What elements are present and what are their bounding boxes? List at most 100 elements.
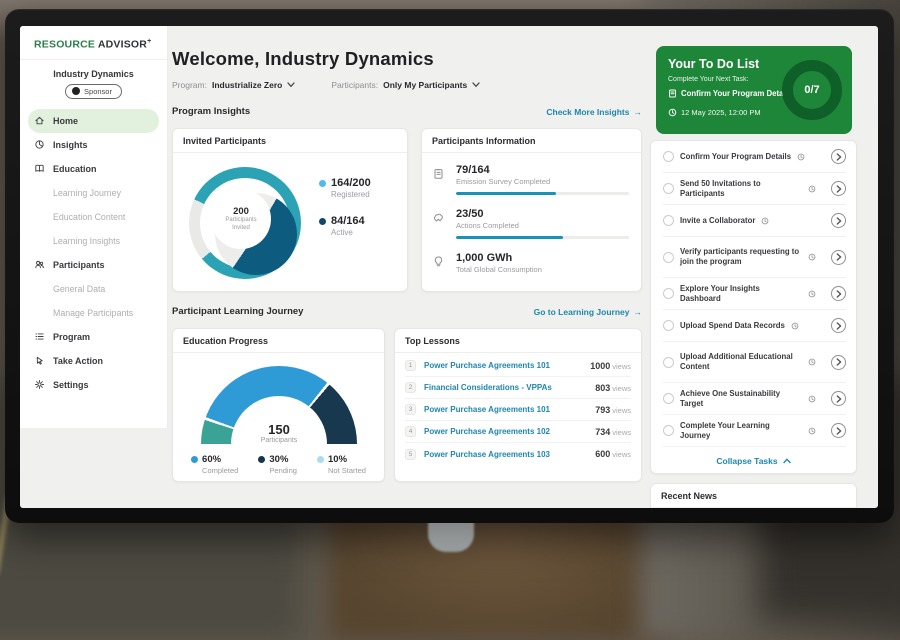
sidebar-item-manage-participants[interactable]: Manage Participants [20, 301, 167, 325]
todo-datetime-label: 12 May 2025, 12:00 PM [681, 108, 761, 117]
participants-label: Participants: [331, 80, 378, 90]
insights-icon [34, 139, 45, 150]
task-checkbox[interactable] [663, 252, 674, 263]
sidebar: RESOURCE ADVISOR+ Industry Dynamics Spon… [20, 26, 168, 428]
program-label: Program: [172, 80, 207, 90]
app-screen: RESOURCE ADVISOR+ Industry Dynamics Spon… [20, 26, 878, 508]
task-checkbox[interactable] [663, 357, 674, 368]
check-more-insights-link[interactable]: Check More Insights→ [546, 107, 642, 117]
legend-item-not-started: 10% Not Started [317, 454, 366, 475]
legend-label: Pending [269, 466, 297, 475]
lesson-link[interactable]: Power Purchase Agreements 101 [424, 361, 550, 370]
task-open-button[interactable] [831, 286, 846, 301]
sidebar-item-home[interactable]: Home [28, 109, 159, 133]
sidebar-item-take-action[interactable]: Take Action [28, 349, 159, 373]
clock-icon [797, 153, 805, 161]
sidebar-item-education-content[interactable]: Education Content [20, 205, 167, 229]
clock-icon [791, 322, 799, 330]
clock-icon [808, 427, 816, 435]
task-open-button[interactable] [831, 213, 846, 228]
task-label: Upload Additional Educational Content [680, 352, 802, 371]
task-row[interactable]: Explore Your Insights Dashboard [663, 278, 846, 310]
sidebar-item-learning-insights[interactable]: Learning Insights [20, 229, 167, 253]
collapse-tasks-link[interactable]: Collapse Tasks [651, 447, 856, 475]
task-checkbox[interactable] [663, 425, 674, 436]
card-title: Top Lessons [395, 329, 641, 353]
sponsor-icon [72, 87, 80, 95]
task-open-button[interactable] [831, 149, 846, 164]
legend-dot [317, 456, 324, 463]
sidebar-item-insights[interactable]: Insights [28, 133, 159, 157]
legend-item-registered: 164/200 Registered [319, 177, 371, 199]
lesson-link[interactable]: Power Purchase Agreements 101 [424, 405, 550, 414]
legend-label: Active [331, 228, 371, 237]
task-open-button[interactable] [831, 355, 846, 370]
sidebar-item-general-data[interactable]: General Data [20, 277, 167, 301]
lesson-row: 1 Power Purchase Agreements 101 1000view… [405, 355, 631, 377]
task-checkbox[interactable] [663, 393, 674, 404]
legend-value: 60% [202, 454, 221, 465]
lesson-rank: 1 [405, 360, 416, 371]
clock-icon [808, 253, 816, 261]
go-to-learning-journey-link[interactable]: Go to Learning Journey→ [534, 307, 642, 317]
task-open-button[interactable] [831, 250, 846, 265]
gear-icon [34, 379, 45, 390]
sidebar-item-participants[interactable]: Participants [28, 253, 159, 277]
task-checkbox[interactable] [663, 320, 674, 331]
card-title: Participants Information [422, 129, 641, 153]
task-checkbox[interactable] [663, 288, 674, 299]
invited-count: 200 [233, 206, 249, 217]
card-title: Invited Participants [173, 129, 407, 153]
section-title: Program Insights [172, 106, 250, 117]
lesson-row: 4 Power Purchase Agreements 102 734views [405, 421, 631, 443]
todo-next-task-label: Confirm Your Program Details [681, 89, 792, 98]
chevron-down-icon [472, 82, 480, 88]
legend-value: 30% [269, 454, 288, 465]
sidebar-item-learning-journey[interactable]: Learning Journey [20, 181, 167, 205]
progress-track [456, 236, 629, 239]
task-row[interactable]: Confirm Your Program Details [663, 141, 846, 173]
stat-label: Actions Completed [456, 221, 629, 230]
task-row[interactable]: Upload Additional Educational Content [663, 342, 846, 383]
task-row[interactable]: Verify participants requesting to join t… [663, 237, 846, 278]
sidebar-item-label: General Data [53, 284, 105, 294]
task-row[interactable]: Upload Spend Data Records [663, 310, 846, 342]
cursor-click-icon [34, 355, 45, 366]
legend-item-active: 84/164 Active [319, 215, 371, 237]
progress-track [456, 192, 629, 195]
legend-value: 164/200 [331, 177, 371, 189]
participants-dropdown[interactable]: Participants:Only My Participants [331, 80, 480, 90]
stat-global-consumption: 1,000 GWh Total Global Consumption [432, 252, 629, 274]
lesson-link[interactable]: Power Purchase Agreements 103 [424, 450, 550, 459]
sidebar-item-education[interactable]: Education [28, 157, 159, 181]
lesson-link[interactable]: Power Purchase Agreements 102 [424, 427, 550, 436]
task-checkbox[interactable] [663, 183, 674, 194]
task-open-button[interactable] [831, 318, 846, 333]
task-open-button[interactable] [831, 391, 846, 406]
task-open-button[interactable] [831, 181, 846, 196]
lesson-link[interactable]: Financial Considerations - VPPAs [424, 383, 552, 392]
task-checkbox[interactable] [663, 151, 674, 162]
task-open-button[interactable] [831, 423, 846, 438]
top-lessons-card: Top Lessons 1 Power Purchase Agreements … [394, 328, 642, 482]
legend-item-pending: 30% Pending [258, 454, 297, 475]
legend-dot [319, 180, 326, 187]
task-row[interactable]: Achieve One Sustainability Target [663, 383, 846, 415]
stat-value: 79/164 [456, 164, 629, 176]
lesson-row: 3 Power Purchase Agreements 101 793views [405, 399, 631, 421]
task-row[interactable]: Complete Your Learning Journey [663, 415, 846, 447]
clock-icon [808, 395, 816, 403]
legend-item-completed: 60% Completed [191, 454, 238, 475]
sidebar-item-program[interactable]: Program [28, 325, 159, 349]
task-checkbox[interactable] [663, 215, 674, 226]
sidebar-item-settings[interactable]: Settings [28, 373, 159, 397]
program-dropdown[interactable]: Program:Industrialize Zero [172, 80, 295, 90]
sidebar-item-label: Education [53, 164, 97, 174]
views-label: views [612, 362, 631, 371]
task-row[interactable]: Send 50 Invitations to Participants [663, 173, 846, 205]
stat-value: 23/50 [456, 208, 629, 220]
todo-datetime: 12 May 2025, 12:00 PM [668, 108, 761, 117]
education-gauge-chart: 150 Participants [201, 366, 357, 444]
todo-summary-card: Your To Do List Complete Your Next Task:… [656, 46, 852, 134]
task-row[interactable]: Invite a Collaborator [663, 205, 846, 237]
